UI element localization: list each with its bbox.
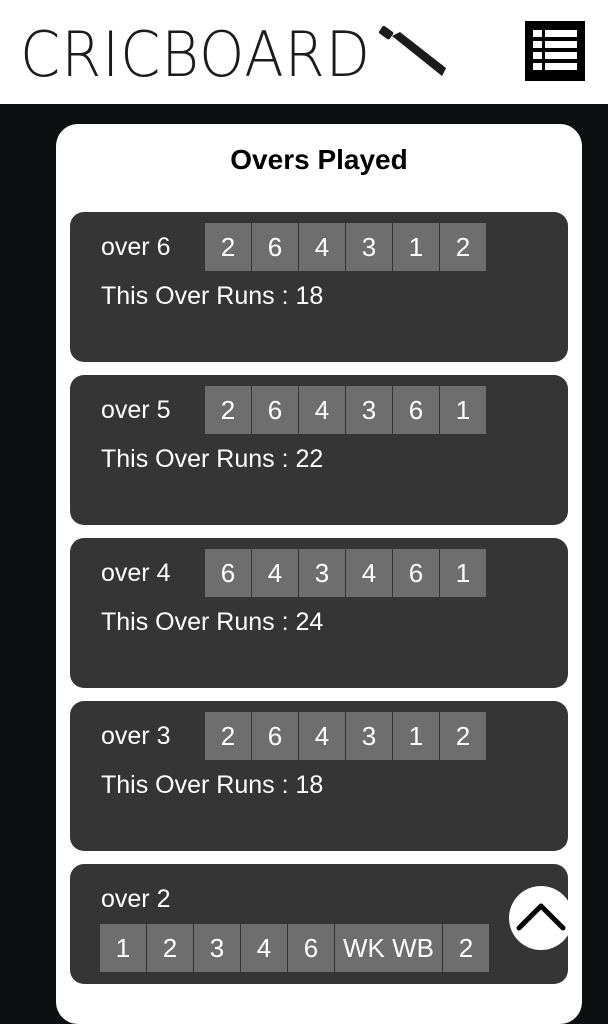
ball: 3 [346, 223, 392, 271]
ball: 1 [440, 549, 486, 597]
over-card: over 5 2 6 4 3 6 1 This Over Runs : 22 [70, 375, 568, 525]
ball: 3 [346, 712, 392, 760]
brand-logo[interactable]: CRICBOARD [20, 18, 397, 91]
ball: 4 [299, 223, 345, 271]
ball: 3 [346, 386, 392, 434]
ball: 3 [299, 549, 345, 597]
over-card: over 6 2 6 4 3 1 2 This Over Runs : 18 [70, 212, 568, 362]
ball: 2 [443, 924, 489, 972]
ball: 2 [440, 223, 486, 271]
ball-list: 1 2 3 4 6 WK WB 2 [100, 924, 489, 972]
ball: 6 [205, 549, 251, 597]
menu-button[interactable] [525, 21, 585, 81]
brand-name: CRICBOARD [20, 18, 371, 91]
ball: 2 [205, 386, 251, 434]
ball: 4 [252, 549, 298, 597]
ball: 1 [393, 712, 439, 760]
ball: 6 [288, 924, 334, 972]
section-title: Overs Played [230, 144, 408, 175]
ball: 2 [147, 924, 193, 972]
ball-list: 2 6 4 3 1 2 [205, 712, 486, 760]
over-runs: This Over Runs : 18 [101, 282, 324, 310]
over-card: over 3 2 6 4 3 1 2 This Over Runs : 18 [70, 701, 568, 851]
over-label: over 4 [101, 559, 171, 587]
ball-list: 2 6 4 3 1 2 [205, 223, 486, 271]
over-card: over 4 6 4 3 4 6 1 This Over Runs : 24 [70, 538, 568, 688]
over-label: over 2 [101, 885, 171, 913]
ball: 6 [252, 712, 298, 760]
menu-icon [533, 30, 577, 70]
ball-list: 2 6 4 3 6 1 [205, 386, 486, 434]
ball: WK WB [335, 924, 442, 972]
ball: 6 [393, 386, 439, 434]
over-runs: This Over Runs : 24 [101, 608, 324, 636]
ball: 3 [194, 924, 240, 972]
scroll-to-top-button[interactable] [509, 886, 573, 950]
over-label: over 3 [101, 722, 171, 750]
ball: 2 [205, 712, 251, 760]
chevron-up-icon [516, 903, 566, 931]
ball: 1 [100, 924, 146, 972]
ball: 2 [205, 223, 251, 271]
cricket-bat-icon [379, 26, 446, 76]
ball: 1 [440, 386, 486, 434]
over-runs: This Over Runs : 22 [101, 445, 324, 473]
ball: 6 [252, 223, 298, 271]
ball: 4 [346, 549, 392, 597]
ball: 6 [393, 549, 439, 597]
ball: 2 [440, 712, 486, 760]
ball: 6 [252, 386, 298, 434]
ball-list: 6 4 3 4 6 1 [205, 549, 486, 597]
over-card: over 2 1 2 3 4 6 WK WB 2 [70, 864, 568, 984]
over-runs: This Over Runs : 18 [101, 771, 324, 799]
ball: 4 [299, 386, 345, 434]
ball: 4 [299, 712, 345, 760]
ball: 4 [241, 924, 287, 972]
ball: 1 [393, 223, 439, 271]
over-label: over 6 [101, 233, 171, 261]
app-header: CRICBOARD [0, 0, 608, 104]
over-label: over 5 [101, 396, 171, 424]
